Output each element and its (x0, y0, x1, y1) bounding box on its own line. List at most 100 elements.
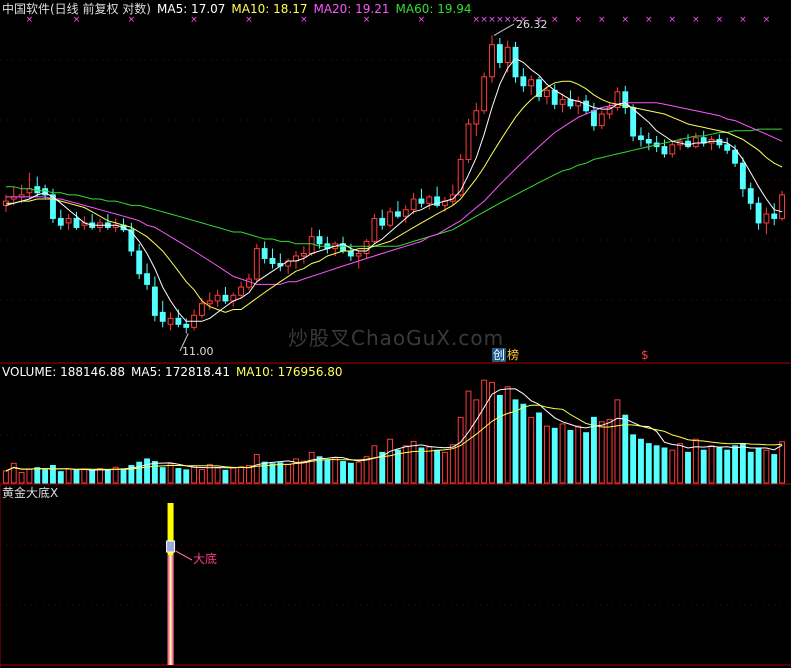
volume-bar (434, 449, 441, 484)
volume-bar (638, 438, 644, 484)
volume-bar (661, 447, 668, 484)
ma20-label: MA20: 19.21 (313, 2, 390, 16)
volume-bar (175, 468, 182, 484)
candle-body (520, 76, 527, 87)
volume-bar (167, 463, 174, 484)
volume-bar (57, 471, 64, 484)
volume-bar (340, 461, 346, 484)
candle-body (410, 198, 417, 211)
volume-bar (739, 443, 746, 484)
candle-body (449, 194, 456, 202)
volume-bar (551, 427, 558, 484)
price-legend: 中国软件(日线 前复权 对数) MA5: 17.07 MA10: 18.17 MA20… (2, 2, 478, 16)
candle-body (159, 311, 166, 322)
volume-bar (426, 446, 433, 484)
candle-body (206, 300, 213, 305)
volume-bar (606, 419, 613, 484)
ma5-line (5, 57, 783, 322)
volume-bar (238, 466, 245, 484)
volume-bar (708, 445, 715, 484)
ma60-label: MA60: 19.94 (395, 2, 472, 16)
candle-body (732, 149, 738, 164)
signal-marker: × (418, 15, 426, 25)
signal-marker: × (300, 15, 308, 25)
volume-bar (387, 438, 394, 484)
candle-body (73, 217, 80, 228)
volume-bar (442, 451, 448, 484)
candle-body (136, 250, 143, 275)
volume-bar (779, 441, 786, 484)
candle-body (724, 144, 731, 151)
volume-bar (598, 421, 605, 484)
volume-bar (10, 462, 17, 484)
volume-bar (26, 468, 33, 484)
candle-body (175, 317, 182, 325)
volume-bar (724, 449, 731, 484)
volume-bar (755, 447, 762, 484)
volume-label: VOLUME: 188146.88 (2, 365, 125, 379)
high-annotation: 26.32 (516, 18, 548, 31)
candle-body (504, 46, 511, 63)
signal-marker: × (763, 15, 771, 25)
candle-body (316, 236, 323, 245)
volume-bar (669, 449, 676, 484)
signal-marker: × (73, 15, 81, 25)
candle-body (34, 186, 41, 194)
volume-bar (543, 425, 550, 484)
signal-marker: × (504, 15, 512, 25)
signal-marker: × (245, 15, 253, 25)
signal-marker: × (128, 15, 136, 25)
chart-title: 中国软件(日线 前复权 对数) (2, 2, 151, 16)
volume-bar (65, 468, 72, 484)
badge-list[interactable]: 榜 (506, 348, 520, 362)
volume-bar (700, 449, 707, 484)
candle-body (755, 202, 762, 224)
volume-bar (536, 412, 542, 484)
candle-body (402, 209, 409, 217)
ma20-line (5, 102, 783, 285)
ma10-line (5, 80, 783, 313)
candle-body (65, 217, 72, 224)
volume-bar (308, 451, 315, 484)
signal-marker: × (622, 15, 630, 25)
volume-bar (457, 416, 464, 484)
volume-bar (2, 470, 9, 484)
candle-body (214, 294, 221, 302)
candle-body (692, 137, 699, 148)
candle-body (418, 198, 425, 204)
candle-body (151, 286, 158, 316)
signal-marker: × (488, 15, 496, 25)
volume-ma5-label: MA5: 172818.41 (131, 365, 230, 379)
volume-bar (97, 468, 103, 484)
volume-bar (630, 434, 637, 484)
candle-body (551, 89, 558, 105)
signal-marker: × (473, 15, 481, 25)
low-annotation: 11.00 (182, 345, 214, 358)
signal-annotation: 大底 (193, 552, 218, 566)
volume-bar (151, 461, 158, 484)
candle-body (763, 213, 770, 224)
candle-body (771, 213, 778, 219)
volume-bar (371, 445, 378, 484)
candle-body (198, 303, 205, 316)
candle-body (489, 44, 495, 78)
signal-marker: × (496, 15, 504, 25)
candle-body (144, 273, 150, 285)
candle-body (379, 217, 386, 226)
signal-marker: × (363, 15, 371, 25)
candle-body (473, 110, 480, 125)
volume-bar (144, 458, 150, 484)
badge-dollar[interactable]: $ (640, 348, 650, 362)
volume-bar (81, 469, 88, 484)
candle-body (387, 211, 394, 226)
badge-new[interactable]: 创 (492, 348, 507, 362)
candle-body (638, 135, 644, 140)
candle-body (371, 217, 378, 242)
candle-body (426, 196, 433, 204)
volume-bar (34, 467, 41, 484)
volume-bar (732, 445, 738, 484)
candle-body (779, 194, 786, 219)
candle-body (355, 252, 362, 257)
signal-marker: × (598, 15, 606, 25)
volume-legend: VOLUME: 188146.88 MA5: 172818.41 MA10: 176… (2, 365, 349, 379)
